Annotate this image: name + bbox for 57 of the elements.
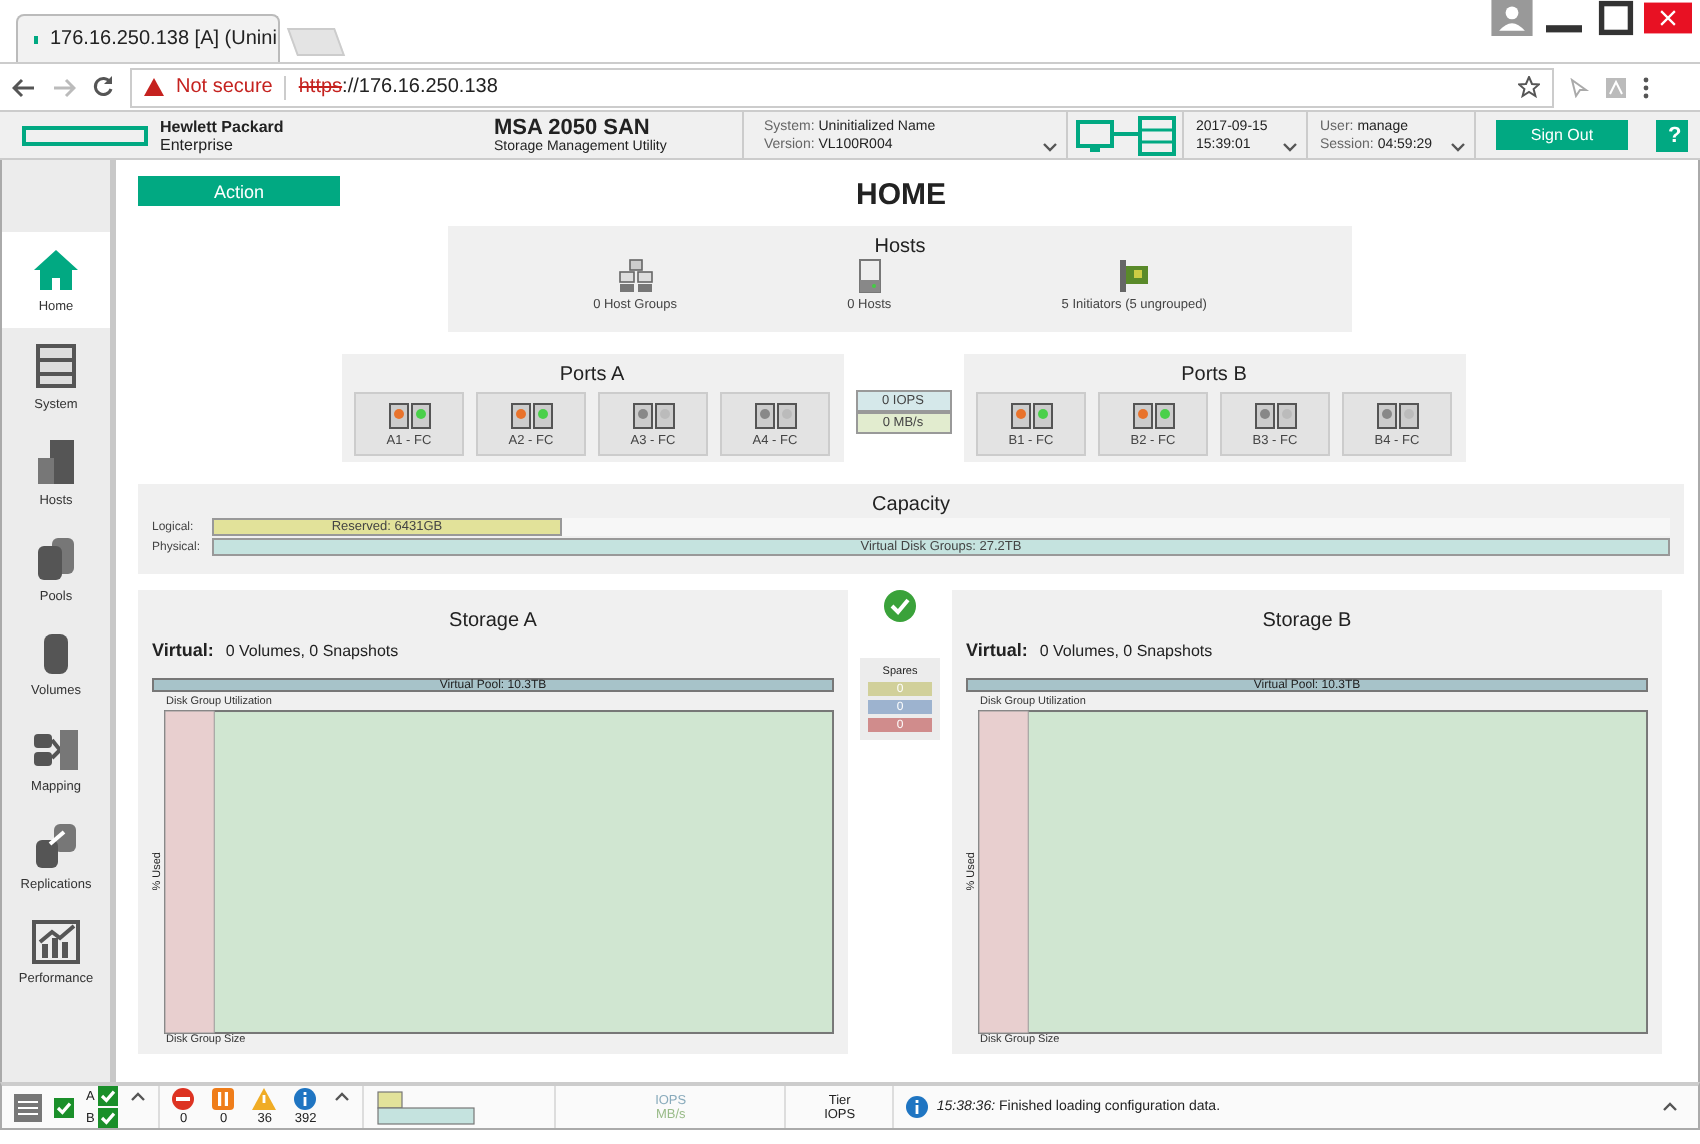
brand-name: Hewlett Packard Enterprise	[160, 117, 284, 153]
product-name: MSA 2050 SAN	[494, 116, 650, 140]
logo-icon	[22, 125, 148, 145]
status-check-icon	[54, 1097, 74, 1117]
chevron-up-icon[interactable]	[334, 1092, 351, 1102]
warning-icon	[252, 1088, 277, 1110]
server-tower-icon	[34, 437, 78, 485]
capacity-sparkline-icon	[376, 1089, 477, 1125]
port-icon	[1009, 401, 1053, 429]
chevron-down-icon[interactable]	[1450, 142, 1466, 152]
mapping-icon	[32, 727, 80, 771]
port-icon	[509, 401, 553, 429]
reload-icon[interactable]	[92, 76, 114, 98]
port-icon	[1375, 401, 1419, 429]
panel-title: Hosts	[874, 234, 926, 258]
star-icon[interactable]	[1518, 76, 1540, 98]
status-ok-icon	[884, 590, 916, 622]
port-icon	[753, 401, 797, 429]
server-icon	[34, 341, 78, 389]
error-icon	[212, 1088, 235, 1110]
warning-icon	[144, 78, 164, 96]
panel-title: Storage A	[447, 608, 539, 632]
address-bar[interactable]: Not secure https://176.16.250.138	[130, 67, 1554, 107]
panel-title: Ports A	[559, 362, 625, 386]
chevron-up-icon[interactable]	[130, 1092, 147, 1102]
virtual-summary: Virtual: 0 Volumes, 0 Snapshots	[966, 640, 1215, 660]
port-icon	[1253, 401, 1297, 429]
enclosure-icon	[14, 1093, 42, 1121]
panel-title: Storage B	[1260, 608, 1354, 632]
chevron-up-icon[interactable]	[1662, 1102, 1678, 1112]
port-icon	[1131, 401, 1175, 429]
chevron-down-icon[interactable]	[1042, 142, 1058, 152]
back-icon[interactable]	[12, 77, 36, 97]
info-icon	[294, 1088, 317, 1110]
panel-title: Ports B	[1181, 362, 1247, 386]
host-group-icon	[617, 258, 654, 294]
chart-icon	[32, 919, 80, 963]
cylinder-icon	[40, 631, 72, 675]
close-icon[interactable]	[1644, 0, 1692, 36]
chevron-down-icon[interactable]	[1282, 142, 1298, 152]
security-label: Not secure	[176, 76, 273, 98]
home-icon	[32, 247, 80, 291]
port-icon	[631, 401, 675, 429]
port-icon	[387, 401, 431, 429]
browser-tab[interactable]: 176.16.250.138 [A] (Unini	[16, 14, 280, 62]
adapter-card-icon	[1118, 258, 1151, 294]
url-text: https://176.16.250.138	[298, 76, 498, 98]
menu-icon[interactable]	[1642, 75, 1650, 99]
page-title: HOME	[856, 178, 946, 212]
host-icon	[857, 258, 882, 294]
panel-title: Capacity	[870, 492, 952, 516]
critical-icon	[172, 1088, 195, 1110]
virtual-summary: Virtual: 0 Volumes, 0 Snapshots	[152, 640, 401, 660]
connection-icon[interactable]	[1075, 115, 1175, 155]
info-icon	[906, 1096, 929, 1118]
cylinders-icon	[34, 533, 78, 581]
replication-icon	[32, 821, 80, 869]
